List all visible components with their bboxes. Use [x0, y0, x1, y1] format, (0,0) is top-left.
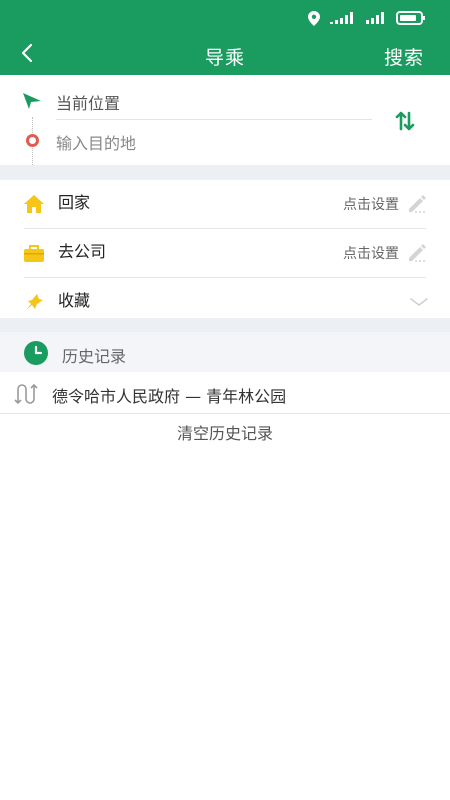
search-button[interactable]: 搜索 — [384, 43, 424, 70]
history-header: 历史记录 — [0, 332, 450, 372]
signal-icon — [366, 12, 386, 24]
favorites-label: 收藏 — [58, 291, 91, 310]
history-item-text: 德令哈市人民政府 — 青年林公园 — [52, 387, 287, 406]
section-gap — [0, 318, 450, 332]
favorite-icon — [22, 290, 46, 314]
clock-icon — [24, 341, 48, 365]
signal-icon — [330, 12, 356, 24]
swap-icon[interactable] — [392, 108, 418, 134]
clear-history-button[interactable]: 清空历史记录 — [0, 414, 450, 456]
home-label: 回家 — [58, 193, 91, 212]
home-icon — [22, 192, 46, 216]
navigation-arrow-icon — [22, 92, 42, 114]
company-set-button[interactable]: 点击设置 — [343, 243, 399, 263]
edit-icon[interactable] — [406, 192, 428, 214]
briefcase-icon — [22, 241, 46, 265]
home-row[interactable]: 回家 点击设置 — [0, 180, 450, 228]
edit-icon[interactable] — [406, 241, 428, 263]
company-row[interactable]: 去公司 点击设置 — [0, 229, 450, 277]
origin-input[interactable]: 当前位置 — [56, 90, 120, 114]
route-icon — [14, 383, 38, 405]
history-title: 历史记录 — [62, 347, 127, 366]
divider — [56, 119, 372, 120]
page-title: 导乘 — [204, 47, 245, 69]
destination-input[interactable]: 输入目的地 — [56, 130, 136, 154]
status-bar — [0, 0, 450, 36]
location-icon — [308, 10, 320, 26]
history-list-item[interactable]: 德令哈市人民政府 — 青年林公园 — [0, 372, 450, 414]
section-gap — [0, 165, 450, 180]
route-input-panel: 当前位置 输入目的地 — [0, 75, 450, 169]
company-label: 去公司 — [58, 242, 107, 261]
home-set-button[interactable]: 点击设置 — [343, 194, 399, 214]
title-bar: 导乘 搜索 — [0, 36, 450, 75]
destination-dot-icon — [26, 134, 39, 147]
chevron-down-icon[interactable] — [410, 293, 428, 311]
battery-icon — [396, 11, 426, 25]
status-icons — [308, 10, 426, 26]
